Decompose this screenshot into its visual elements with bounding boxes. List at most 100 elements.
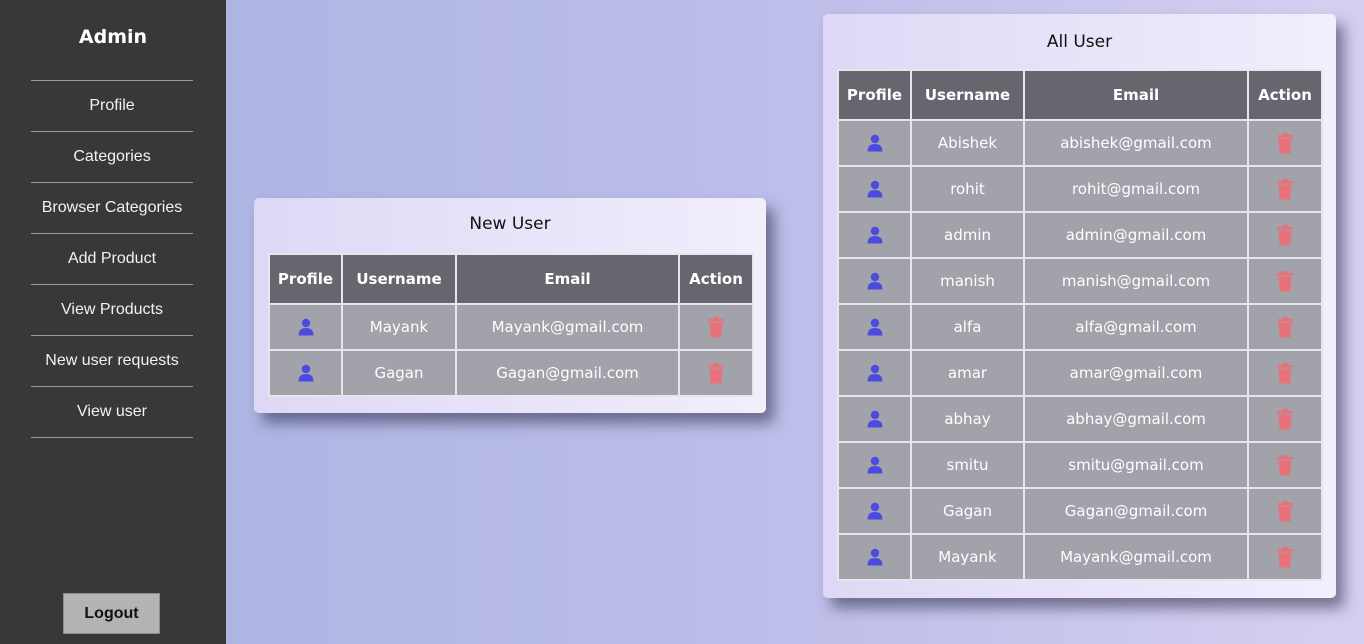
sidebar-item-add-product[interactable]: Add Product (31, 234, 193, 285)
user-icon (867, 364, 883, 382)
profile-cell (837, 257, 912, 305)
new-user-table: Profile Username Email Action Mayank Maya… (268, 253, 754, 397)
action-cell (1247, 119, 1323, 167)
user-icon (867, 318, 883, 336)
profile-cell (837, 533, 912, 581)
action-cell (1247, 257, 1323, 305)
email-cell: alfa@gmail.com (1023, 303, 1249, 351)
trash-icon[interactable] (708, 316, 724, 337)
trash-icon[interactable] (1277, 454, 1293, 475)
table-row: Mayank Mayank@gmail.com (837, 533, 1323, 581)
user-icon (867, 456, 883, 474)
profile-cell (837, 395, 912, 443)
username-cell: admin (910, 211, 1025, 259)
sidebar-item-profile[interactable]: Profile (31, 81, 193, 132)
user-icon (298, 318, 314, 336)
email-cell: Mayank@gmail.com (1023, 533, 1249, 581)
sidebar-nav: Profile Categories Browser Categories Ad… (31, 80, 193, 438)
email-cell: Mayank@gmail.com (455, 303, 680, 351)
profile-cell (837, 441, 912, 489)
username-cell: manish (910, 257, 1025, 305)
table-row: alfa alfa@gmail.com (837, 303, 1323, 351)
email-cell: rohit@gmail.com (1023, 165, 1249, 213)
table-header-row: Profile Username Email Action (837, 69, 1323, 121)
sidebar-item-view-products[interactable]: View Products (31, 285, 193, 336)
profile-cell (837, 119, 912, 167)
action-cell (678, 349, 754, 397)
action-cell (678, 303, 754, 351)
table-row: Mayank Mayank@gmail.com (268, 303, 754, 351)
all-user-title: All User (1046, 32, 1113, 52)
profile-cell (268, 349, 343, 397)
sidebar-item-browser-categories[interactable]: Browser Categories (31, 183, 193, 234)
username-cell: Mayank (341, 303, 457, 351)
column-header-action: Action (1247, 69, 1323, 121)
username-cell: Gagan (910, 487, 1025, 535)
new-user-title: New User (469, 214, 551, 234)
table-row: Gagan Gagan@gmail.com (268, 349, 754, 397)
user-icon (867, 272, 883, 290)
trash-icon[interactable] (708, 362, 724, 383)
user-icon (298, 364, 314, 382)
sidebar-item-categories[interactable]: Categories (31, 132, 193, 183)
action-cell (1247, 533, 1323, 581)
column-header-email: Email (1023, 69, 1249, 121)
username-cell: abhay (910, 395, 1025, 443)
email-cell: abhay@gmail.com (1023, 395, 1249, 443)
trash-icon[interactable] (1277, 132, 1293, 153)
trash-icon[interactable] (1277, 316, 1293, 337)
trash-icon[interactable] (1277, 500, 1293, 521)
user-icon (867, 226, 883, 244)
action-cell (1247, 487, 1323, 535)
trash-icon[interactable] (1277, 224, 1293, 245)
trash-icon[interactable] (1277, 270, 1293, 291)
email-cell: smitu@gmail.com (1023, 441, 1249, 489)
column-header-email: Email (455, 253, 680, 305)
table-row: amar amar@gmail.com (837, 349, 1323, 397)
user-icon (867, 180, 883, 198)
sidebar-item-new-user-requests[interactable]: New user requests (31, 336, 193, 387)
username-cell: Gagan (341, 349, 457, 397)
user-icon (867, 134, 883, 152)
column-header-username: Username (910, 69, 1025, 121)
email-cell: admin@gmail.com (1023, 211, 1249, 259)
email-cell: amar@gmail.com (1023, 349, 1249, 397)
table-row: Gagan Gagan@gmail.com (837, 487, 1323, 535)
table-row: abhay abhay@gmail.com (837, 395, 1323, 443)
username-cell: amar (910, 349, 1025, 397)
trash-icon[interactable] (1277, 408, 1293, 429)
profile-cell (837, 349, 912, 397)
table-row: manish manish@gmail.com (837, 257, 1323, 305)
column-header-username: Username (341, 253, 457, 305)
user-icon (867, 502, 883, 520)
user-icon (867, 548, 883, 566)
column-header-profile: Profile (268, 253, 343, 305)
trash-icon[interactable] (1277, 178, 1293, 199)
table-row: rohit rohit@gmail.com (837, 165, 1323, 213)
username-cell: alfa (910, 303, 1025, 351)
email-cell: Gagan@gmail.com (455, 349, 680, 397)
profile-cell (837, 211, 912, 259)
sidebar-title: Admin (78, 26, 148, 48)
trash-icon[interactable] (1277, 546, 1293, 567)
username-cell: rohit (910, 165, 1025, 213)
sidebar-item-view-user[interactable]: View user (31, 387, 193, 438)
profile-cell (837, 165, 912, 213)
action-cell (1247, 303, 1323, 351)
email-cell: abishek@gmail.com (1023, 119, 1249, 167)
username-cell: smitu (910, 441, 1025, 489)
column-header-action: Action (678, 253, 754, 305)
column-header-profile: Profile (837, 69, 912, 121)
action-cell (1247, 441, 1323, 489)
table-header-row: Profile Username Email Action (268, 253, 754, 305)
username-cell: Abishek (910, 119, 1025, 167)
table-row: smitu smitu@gmail.com (837, 441, 1323, 489)
trash-icon[interactable] (1277, 362, 1293, 383)
action-cell (1247, 395, 1323, 443)
profile-cell (837, 303, 912, 351)
all-user-table: Profile Username Email Action Abishek abi… (837, 69, 1323, 581)
logout-button[interactable]: Logout (63, 593, 160, 634)
email-cell: manish@gmail.com (1023, 257, 1249, 305)
table-row: admin admin@gmail.com (837, 211, 1323, 259)
profile-cell (268, 303, 343, 351)
